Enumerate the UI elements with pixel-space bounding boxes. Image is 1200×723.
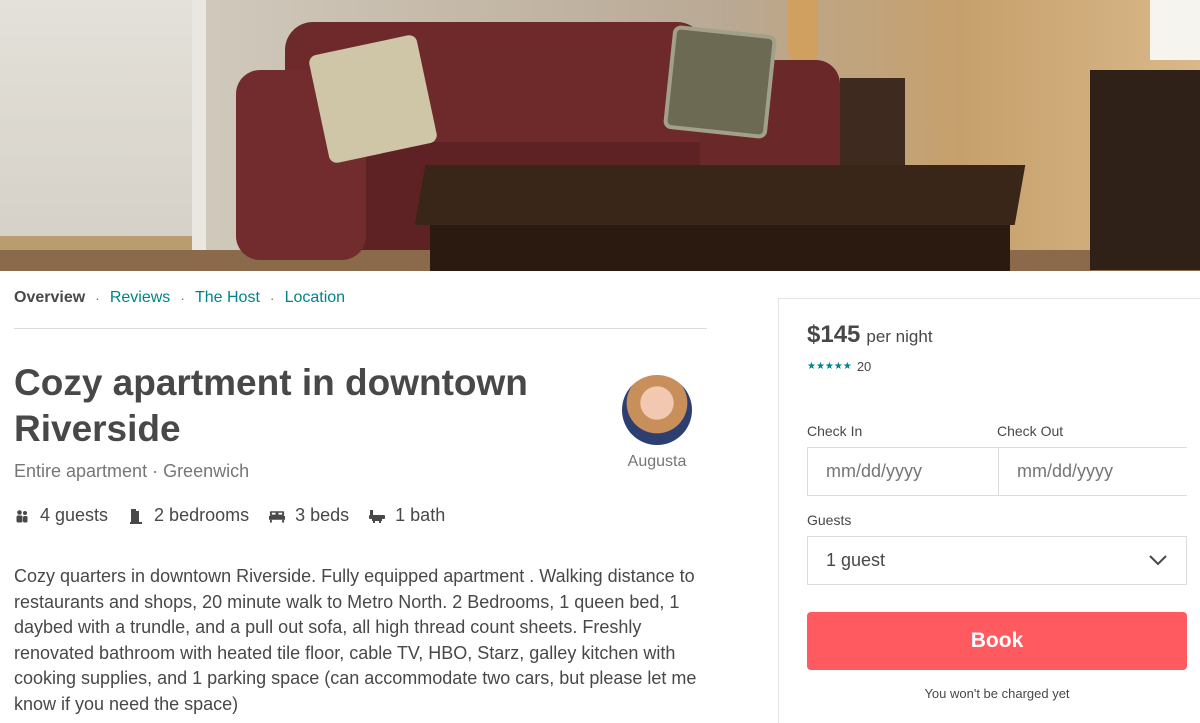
guests-label: Guests [807,512,852,528]
chevron-down-icon [1148,550,1168,571]
amenity-label: 3 beds [295,505,350,525]
photo-table-base [430,220,1010,271]
bed-icon [269,508,286,524]
tab-separator: · [95,290,100,306]
check-out-label: Check Out [997,423,1064,439]
tab-separator: · [269,290,275,306]
host-avatar[interactable] [622,375,692,445]
guests-select[interactable]: 1 guest [807,536,1187,585]
photo-pillow-right [662,24,778,140]
amenity-label: 2 bedrooms [154,505,250,525]
photo-wall [0,0,200,271]
photo-lamp [788,0,818,62]
listing-hero-photo[interactable] [0,0,1200,271]
photo-window [1150,0,1200,60]
rating[interactable]: ★★★★★ 20 [807,359,871,374]
guests-value: 1 guest [826,550,886,570]
booking-card: $145 per night ★★★★★ 20 Check In Check O… [778,298,1200,723]
book-button[interactable]: Book [807,612,1187,670]
tab-separator: · [180,290,185,306]
photo-desk [1090,70,1200,270]
photo-door-frame [192,0,206,271]
amenity-bath: 1 bath [369,505,445,526]
bath-icon [369,508,386,524]
host-profile[interactable]: Augusta [622,375,692,470]
photo-coffee-table [414,165,1026,225]
price-row: $145 per night [807,321,933,349]
check-in-label: Check In [807,423,863,439]
check-in-input[interactable] [808,448,998,495]
amenity-guests: 4 guests [14,505,108,526]
amenity-bedrooms: 2 bedrooms [128,505,249,526]
listing-description: Cozy quarters in downtown Riverside. Ful… [14,566,697,714]
date-range-picker [807,447,1188,496]
amenities-row: 4 guests 2 bedrooms 3 beds 1 bath [14,505,465,526]
nightly-price: $145 [807,321,861,348]
guests-icon [14,508,30,524]
tab-reviews[interactable]: Reviews [110,289,170,307]
photo-side-table [840,78,905,178]
tab-the-host[interactable]: The Host [195,289,260,307]
listing-subtitle: Entire apartment · Greenwich [14,461,250,481]
listing-title: Cozy apartment in downtown Riverside [14,362,528,449]
host-name[interactable]: Augusta [612,453,702,471]
photo-pillow-left [307,33,439,165]
bedroom-icon [128,508,144,524]
section-tabs: Overview · Reviews · The Host · Location [14,289,345,307]
star-rating-icon: ★★★★★ [807,361,852,372]
no-charge-note: You won't be charged yet [924,686,1070,701]
amenity-label: 1 bath [395,505,446,525]
tabs-divider [14,328,707,329]
check-out-input[interactable] [998,448,1188,495]
per-night-label: per night [866,327,933,346]
tab-overview[interactable]: Overview [14,289,85,307]
amenity-beds: 3 beds [269,505,349,526]
tab-location[interactable]: Location [285,289,346,307]
amenity-label: 4 guests [40,505,109,525]
photo-trim [0,236,200,250]
review-count: 20 [856,359,872,374]
